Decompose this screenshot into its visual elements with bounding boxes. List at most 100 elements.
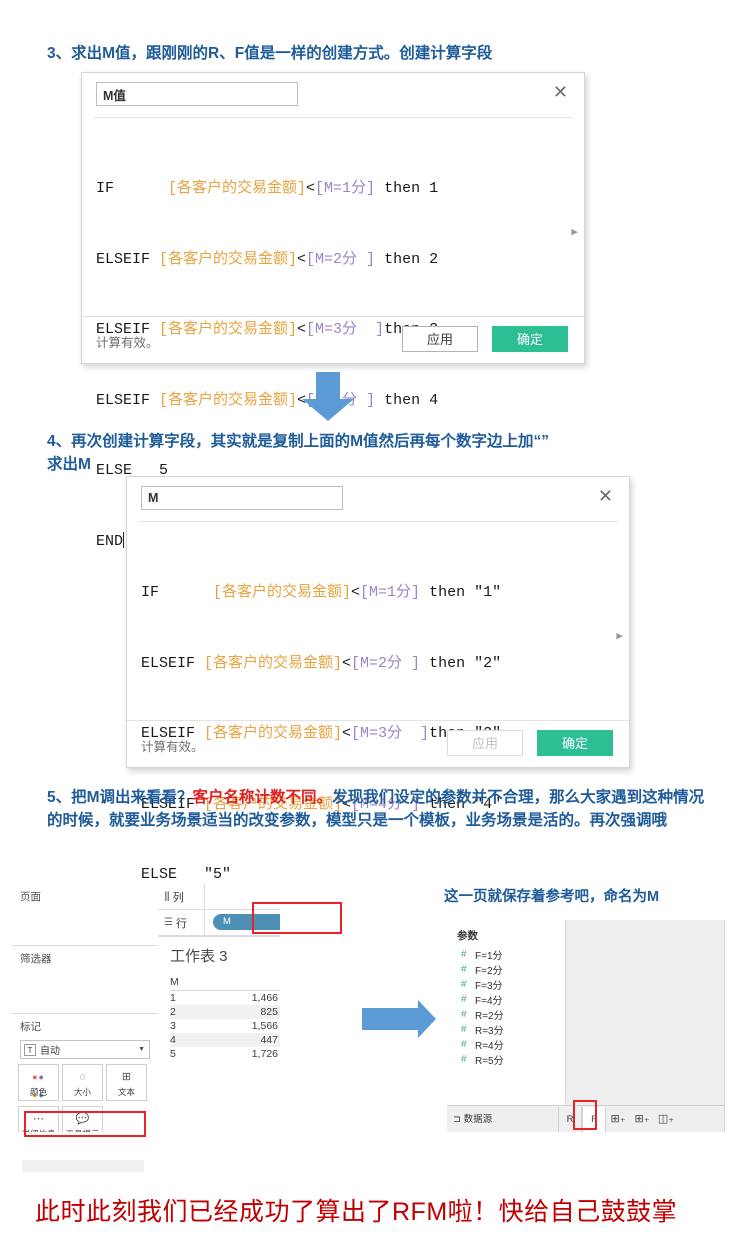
pages-card[interactable]: 页面 <box>12 884 158 946</box>
screenshot-edge-stub <box>22 1160 144 1172</box>
formula-keyword: IF <box>96 180 169 197</box>
detail-card-button[interactable]: ⋯ 详细信息 <box>18 1106 59 1132</box>
formula-field: [各客户的交易金额] <box>213 584 352 601</box>
formula-parameter: [M=2分 ] <box>351 654 421 672</box>
parameter-item[interactable]: # R=3分 <box>447 1022 565 1037</box>
formula-keyword: ELSE "5" <box>141 866 232 883</box>
ok-button[interactable]: 确定 <box>537 730 613 756</box>
step-5-red-emphasis: 客户名称计数不同。 <box>192 789 333 806</box>
dialog-1-header: ✕ <box>82 73 584 117</box>
number-field-icon: # <box>461 964 467 975</box>
parameter-item[interactable]: # F=3分 <box>447 977 565 992</box>
parameter-label: F=2分 <box>475 966 503 977</box>
tooltip-card-button[interactable]: 💬 工具提示 <box>62 1106 103 1132</box>
size-card-button[interactable]: ◌ 大小 <box>62 1064 103 1101</box>
columns-drop-area[interactable] <box>204 884 280 909</box>
formula-operator: < <box>351 584 361 601</box>
formula-field: [各客户的交易金额] <box>168 180 307 197</box>
filters-card[interactable]: 筛选器 <box>12 946 158 1014</box>
parameter-item[interactable]: # F=2分 <box>447 962 565 977</box>
formula-editor-2[interactable]: IF [各客户的交易金额]<[M=1分] then "1" ELSEIF [各客… <box>127 522 629 954</box>
text-caret <box>123 531 125 548</box>
formula-editor-1[interactable]: IF [各客户的交易金额]<[M=1分] then 1 ELSEIF [各客户的… <box>82 118 584 550</box>
calculated-field-name-input-2[interactable] <box>141 486 343 510</box>
text-card-button[interactable]: ⊞ 文本 <box>106 1064 147 1101</box>
color-card-label: 颜色 <box>29 1087 47 1097</box>
parameter-item[interactable]: # F=1分 <box>447 947 565 962</box>
worksheet-tab-bar: ⊐ 数据源 R F ⊞₊ ⊞₊ ◫₊ <box>447 1105 724 1132</box>
calculated-field-name-input-1[interactable] <box>96 82 298 106</box>
worksheet-data-table: M 1 1,466 2 825 3 1,566 4 447 5 1,726 <box>170 976 280 1061</box>
number-field-icon: # <box>461 994 467 1005</box>
parameter-item[interactable]: # R=2分 <box>447 1007 565 1022</box>
sheet-tab-f[interactable]: F <box>582 1106 606 1132</box>
parameters-list-pane: 参数 # F=1分 # F=2分 # F=3分 # F=4分 # R=2分 # R=3分 #… <box>447 920 566 1106</box>
parameter-label: R=3分 <box>475 1026 504 1037</box>
formula-line: ELSEIF [各客户的交易金额]<[M=2分 ] then "2" <box>141 652 615 676</box>
table-row: 5 1,726 <box>170 1047 280 1061</box>
worksheet-title: 工作表 3 <box>170 948 228 965</box>
formula-operator: < <box>306 180 316 197</box>
formula-line: ELSEIF [各客户的交易金额]<[M=2分 ] then 2 <box>96 248 570 272</box>
size-card-label: 大小 <box>73 1087 91 1097</box>
columns-icon: ||| <box>164 891 170 902</box>
dialog-1-footer: 计算有效。 应用 确定 <box>82 316 584 363</box>
formula-line: IF [各客户的交易金额]<[M=1分] then 1 <box>96 177 570 201</box>
table-cell-measure: 1,726 <box>251 1048 278 1060</box>
number-field-icon: # <box>461 979 467 990</box>
parameter-item[interactable]: # R=5分 <box>447 1052 565 1067</box>
close-icon[interactable]: ✕ <box>598 487 613 505</box>
parameter-label: R=2分 <box>475 1011 504 1022</box>
chevron-right-icon[interactable]: ▶ <box>616 626 623 650</box>
color-card-button[interactable]: ●● ●● 颜色 <box>18 1064 59 1101</box>
number-field-icon: # <box>461 1054 467 1065</box>
data-source-tab[interactable]: ⊐ 数据源 <box>447 1107 498 1132</box>
table-cell-measure: 447 <box>260 1034 278 1046</box>
marks-type-dropdown[interactable]: T 自动 ▼ <box>20 1040 150 1059</box>
parameter-item[interactable]: # F=4分 <box>447 992 565 1007</box>
text-card-label: 文本 <box>117 1087 135 1097</box>
new-story-icon[interactable]: ◫₊ <box>654 1107 678 1132</box>
rows-dimension-pill[interactable]: M <box>213 914 280 930</box>
chevron-down-icon[interactable]: ▼ <box>138 1046 145 1053</box>
number-field-icon: # <box>461 1009 467 1020</box>
table-row: 1 1,466 <box>170 991 280 1005</box>
apply-button[interactable]: 应用 <box>402 326 478 352</box>
formula-parameter: [M=1分] <box>360 584 421 601</box>
rows-shelf[interactable]: ☰ 行 M <box>158 910 280 936</box>
tableau-cards-panel: 页面 筛选器 标记 T 自动 ▼ ●● ●● 颜色 ◌ 大小 ⊞ 文本 ⋯ 💬 <box>12 884 159 1132</box>
parameter-item[interactable]: # R=4分 <box>447 1037 565 1052</box>
formula-tail: then 2 <box>375 250 439 268</box>
table-column-header: M <box>170 976 280 991</box>
parameters-empty-pane <box>565 920 724 1106</box>
marks-type-label: 自动 <box>40 1046 60 1057</box>
columns-shelf[interactable]: ||| 列 <box>158 884 280 910</box>
close-icon[interactable]: ✕ <box>553 83 568 101</box>
step-4-line-2: 求出M <box>47 456 91 473</box>
rows-drop-area[interactable]: M <box>204 910 280 935</box>
parameter-label: R=5分 <box>475 1056 504 1067</box>
param-panel-note: 这一页就保存着参考吧，命名为M <box>444 889 660 905</box>
size-drop-icon: ◌ <box>79 1071 86 1083</box>
new-worksheet-icon[interactable]: ⊞₊ <box>606 1107 630 1132</box>
formula-tail: then 4 <box>375 391 439 409</box>
apply-button[interactable]: 应用 <box>447 730 523 756</box>
calculation-status-2: 计算有效。 <box>141 740 204 754</box>
formula-tail: then 1 <box>375 180 439 197</box>
formula-keyword: ELSEIF <box>96 250 160 268</box>
sheet-tab-r[interactable]: R <box>558 1106 582 1132</box>
formula-field: [各客户的交易金额] <box>159 250 298 268</box>
ok-button[interactable]: 确定 <box>492 326 568 352</box>
right-arrow-icon <box>362 1000 436 1038</box>
parameters-title: 参数 <box>457 930 478 942</box>
table-cell-measure: 825 <box>260 1006 278 1018</box>
table-row: 4 447 <box>170 1033 280 1047</box>
table-row: 2 825 <box>170 1005 280 1019</box>
new-dashboard-icon[interactable]: ⊞₊ <box>630 1107 654 1132</box>
tableau-shelves: ||| 列 ☰ 行 M <box>158 884 280 936</box>
table-cell-dimension: 2 <box>170 1006 176 1018</box>
detail-card-label: 详细信息 <box>21 1129 55 1132</box>
formula-tail: then "1" <box>420 584 502 601</box>
formula-line: IF [各客户的交易金额]<[M=1分] then "1" <box>141 581 615 605</box>
chevron-right-icon[interactable]: ▶ <box>571 222 578 246</box>
